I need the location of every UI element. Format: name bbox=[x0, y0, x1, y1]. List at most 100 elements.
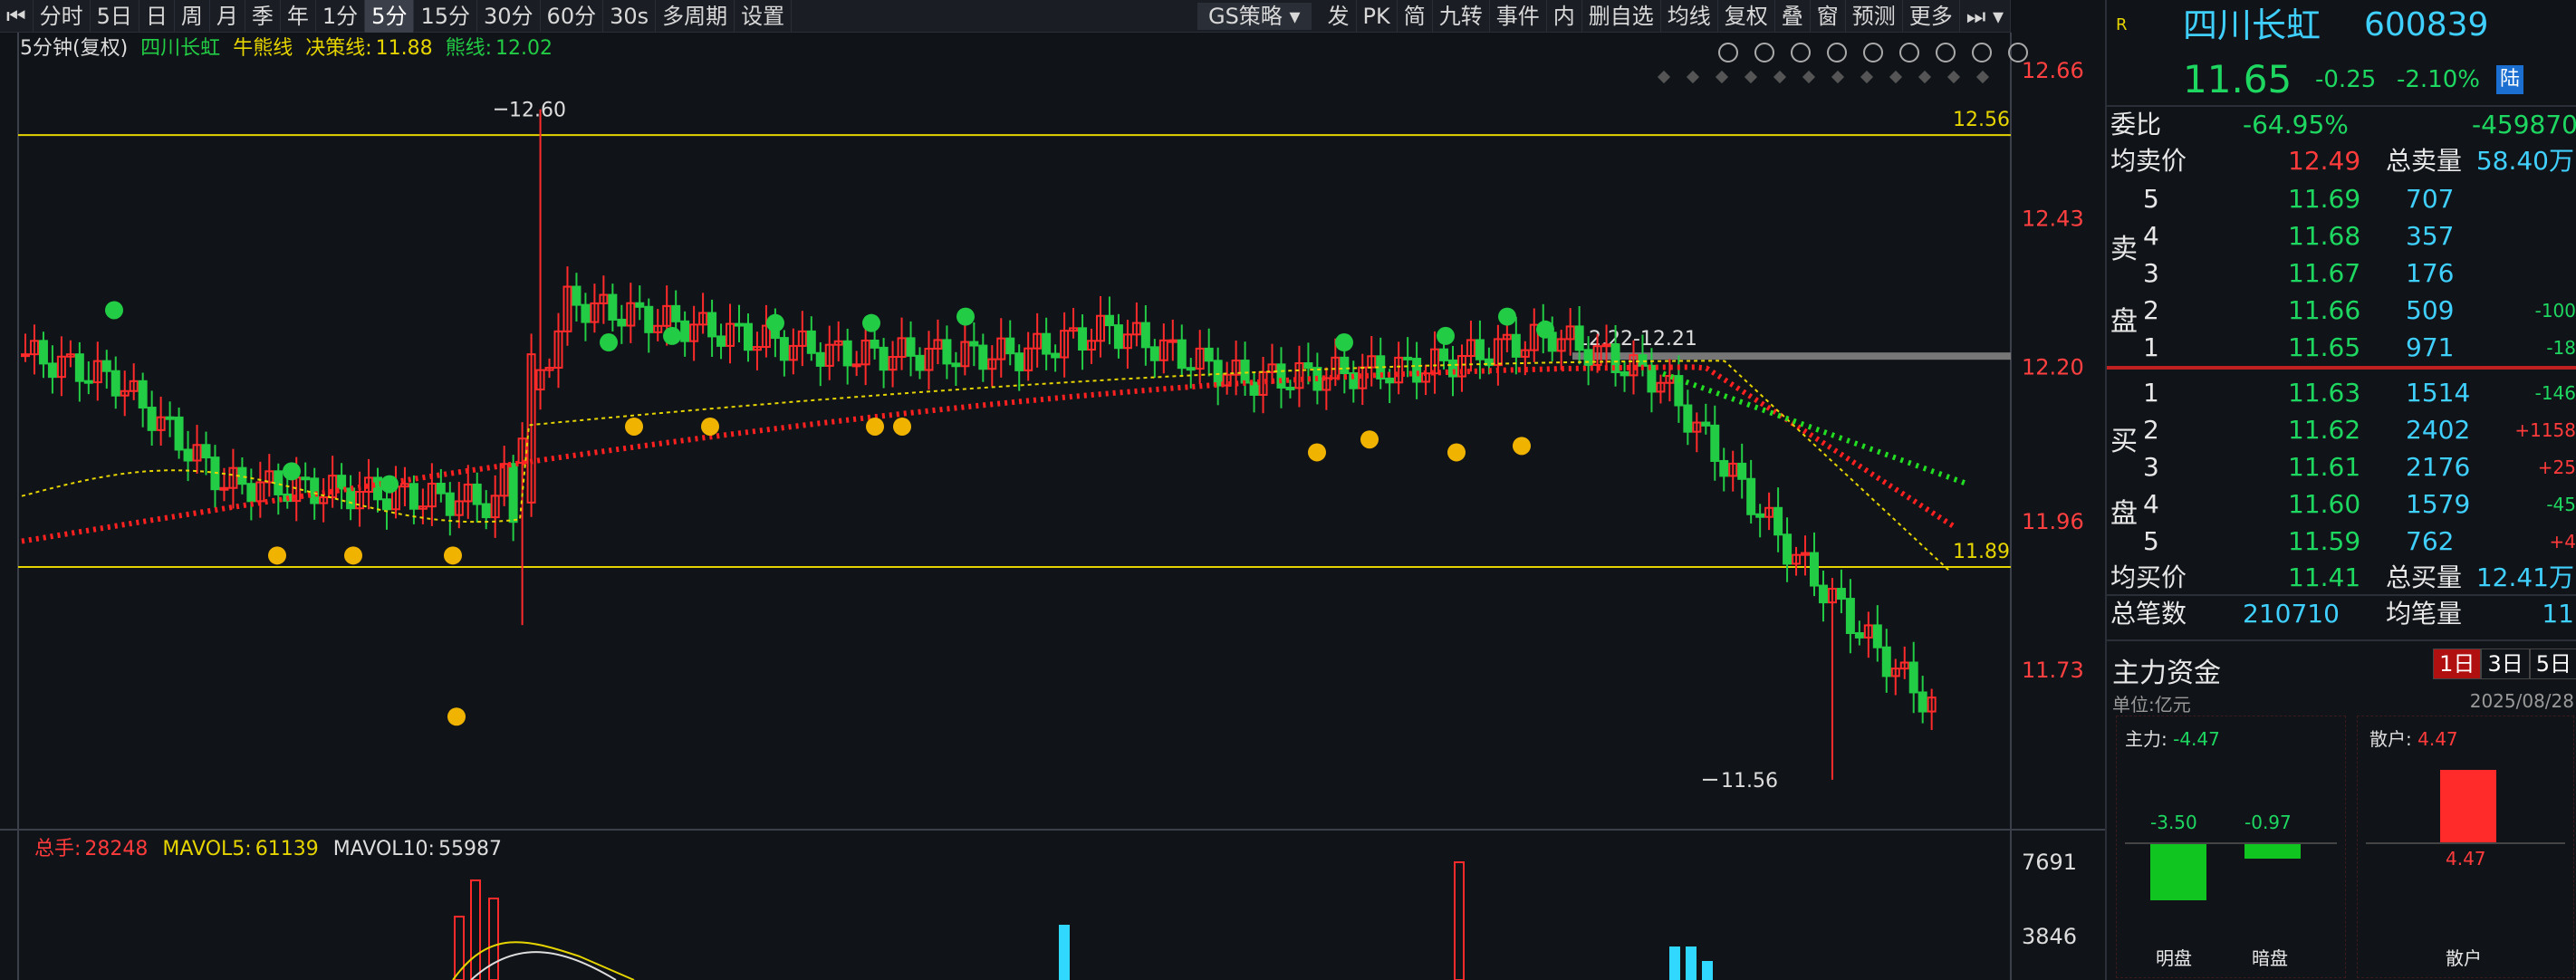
buy-volume: 1579 bbox=[2406, 489, 2471, 519]
period-tab-0[interactable]: 分时 bbox=[34, 0, 91, 33]
avg-sell-label: 均卖价 bbox=[2110, 146, 2187, 176]
candle bbox=[1601, 343, 1611, 348]
tool-button-0[interactable]: 发 bbox=[1322, 0, 1357, 33]
sell-volume: 357 bbox=[2406, 221, 2455, 251]
buy-delta: +1158 bbox=[2514, 419, 2576, 441]
sell-volume: 176 bbox=[2406, 258, 2455, 288]
an-bar bbox=[2244, 844, 2301, 859]
candle bbox=[617, 318, 627, 327]
sell-price: 11.67 bbox=[2288, 258, 2361, 288]
period-tab-11[interactable]: 60分 bbox=[541, 0, 604, 33]
candle bbox=[1149, 346, 1159, 361]
candle bbox=[1240, 360, 1250, 384]
quote-panel: R 四川长虹 600839 11.65 -0.25 -2.10% 陆 委比 -64… bbox=[2105, 0, 2576, 980]
candle bbox=[1809, 552, 1819, 587]
period-tab-12[interactable]: 30s bbox=[603, 0, 657, 33]
sell-level: 1 bbox=[2143, 332, 2159, 362]
tool-button-8[interactable]: 复权 bbox=[1718, 0, 1775, 33]
tool-button-3[interactable]: 九转 bbox=[1433, 0, 1490, 33]
period-tab-1[interactable]: 5日 bbox=[91, 0, 139, 33]
candle bbox=[1746, 477, 1756, 515]
total-sell-value: 58.40万 bbox=[2475, 146, 2574, 176]
retail-value: 4.47 bbox=[2417, 728, 2458, 750]
candle bbox=[1845, 598, 1855, 635]
tool-button-10[interactable]: 窗 bbox=[1811, 0, 1846, 33]
candle bbox=[147, 407, 157, 431]
kline-chart[interactable]: 12.66 12.43 12.20 11.96 11.73 5分钟(复权) 四川长虹 牛熊线决… bbox=[0, 33, 2105, 980]
buy-signal-icon bbox=[1513, 437, 1531, 456]
candle bbox=[1168, 339, 1177, 343]
period-tab-14[interactable]: 设置 bbox=[735, 0, 793, 33]
quote-row: 5 11.59 762 +4 bbox=[2107, 524, 2576, 560]
ming-value: -3.50 bbox=[2150, 812, 2197, 833]
ming-bar bbox=[2150, 844, 2206, 900]
period-tab-5[interactable]: 季 bbox=[245, 0, 281, 33]
candle bbox=[508, 463, 518, 524]
tool-button-5[interactable]: 内 bbox=[1547, 0, 1582, 33]
info-6: 12.02 bbox=[495, 37, 553, 60]
weicha-value: -459870 bbox=[2472, 110, 2576, 139]
tool-button-6[interactable]: 删自选 bbox=[1582, 0, 1661, 33]
buy-price: 11.61 bbox=[2288, 452, 2361, 482]
sell-side-label: 卖 bbox=[2110, 234, 2138, 265]
tool-button-1[interactable]: PK bbox=[1357, 0, 1398, 33]
tool-button-7[interactable]: 均线 bbox=[1661, 0, 1718, 33]
price-axis-label: 12.43 bbox=[2022, 207, 2084, 232]
candle bbox=[274, 470, 284, 495]
candle bbox=[373, 476, 383, 501]
candle bbox=[1773, 506, 1783, 536]
buy-delta: -45 bbox=[2546, 494, 2576, 515]
candle bbox=[969, 341, 979, 347]
period-tab-7[interactable]: 1分 bbox=[316, 0, 366, 33]
period-tab-2[interactable]: 日 bbox=[139, 0, 175, 33]
tool-button-11[interactable]: 预测 bbox=[1846, 0, 1903, 33]
quote-row: 均买价 11.41 总买量 12.41万 bbox=[2107, 560, 2576, 596]
period-tab-13[interactable]: 多周期 bbox=[656, 0, 735, 33]
candle bbox=[851, 363, 861, 368]
buy-signal-icon bbox=[625, 417, 643, 436]
candle bbox=[1204, 347, 1214, 362]
tool-button-9[interactable]: 叠 bbox=[1775, 0, 1811, 33]
candle bbox=[1340, 356, 1350, 375]
candle bbox=[978, 344, 988, 370]
sell-signal-icon bbox=[766, 313, 784, 332]
period-tab-4[interactable]: 月 bbox=[210, 0, 245, 33]
tool-button-4[interactable]: 事件 bbox=[1490, 0, 1547, 33]
strategy-dropdown[interactable]: GS策略 ▾ bbox=[1197, 2, 1312, 30]
sell-delta: -18 bbox=[2546, 337, 2576, 359]
period-tab-9[interactable]: 15分 bbox=[414, 0, 477, 33]
sell-signal-icon bbox=[1536, 320, 1554, 339]
candle bbox=[111, 370, 120, 397]
avg-trade-label: 均笔量 bbox=[2386, 599, 2463, 629]
last-icon[interactable]: ⏭ ▾ bbox=[1960, 0, 2011, 33]
sell-volume: 707 bbox=[2406, 184, 2455, 214]
retail-funds-box bbox=[2357, 716, 2574, 978]
first-icon[interactable]: ⏮ bbox=[0, 0, 34, 33]
quote-row: 2 11.66 509 -100 bbox=[2107, 293, 2576, 329]
info-5: 熊线: bbox=[446, 37, 492, 60]
candle bbox=[201, 444, 211, 459]
candle bbox=[942, 339, 952, 365]
period-tab-6[interactable]: 年 bbox=[281, 0, 316, 33]
funds-tab-2[interactable]: 5日 bbox=[2529, 649, 2576, 679]
quote-row: 3 11.67 176 bbox=[2107, 255, 2576, 292]
tool-button-2[interactable]: 简 bbox=[1398, 0, 1433, 33]
tool-button-12[interactable]: 更多 bbox=[1903, 0, 1960, 33]
candle bbox=[1140, 322, 1150, 349]
candle bbox=[743, 322, 753, 351]
funds-tab-0[interactable]: 1日 bbox=[2433, 649, 2482, 679]
buy-signal-icon bbox=[444, 546, 462, 565]
buy-signal-icon bbox=[268, 546, 286, 565]
vol-info-4: MAVOL10: bbox=[333, 838, 435, 860]
price-pct: -2.10% bbox=[2397, 66, 2480, 93]
candle bbox=[716, 335, 726, 347]
period-tab-10[interactable]: 30分 bbox=[477, 0, 541, 33]
period-tab-8[interactable]: 5分 bbox=[365, 0, 415, 33]
retail-name: 散户 bbox=[2446, 947, 2482, 969]
candle bbox=[572, 285, 582, 306]
funds-tab-1[interactable]: 3日 bbox=[2481, 649, 2530, 679]
candle bbox=[47, 362, 57, 379]
candle bbox=[906, 337, 916, 357]
period-tab-3[interactable]: 周 bbox=[175, 0, 210, 33]
candle bbox=[337, 475, 347, 490]
